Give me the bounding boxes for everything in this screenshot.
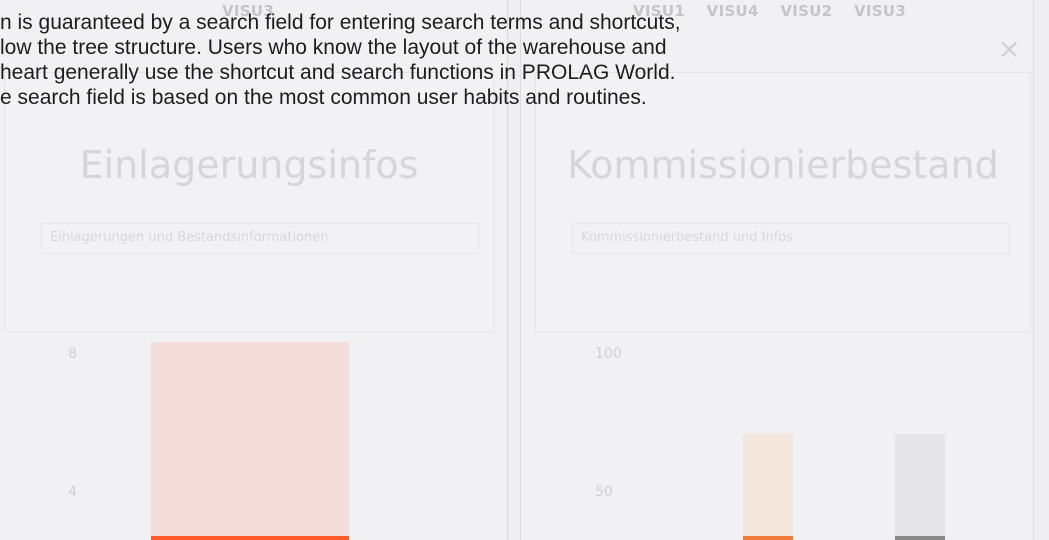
overlay-description: n is guaranteed by a search field for en… <box>0 10 900 110</box>
left-chart-tick-mid: 4 <box>68 484 77 500</box>
right-chart-tick-top: 100 <box>595 346 622 362</box>
left-info-card: Einlagerungsinfos Einlagerungen und Best… <box>4 72 494 332</box>
left-chart-tick-top: 8 <box>68 346 77 362</box>
overlay-line-3: heart generally use the shortcut and sea… <box>0 61 676 84</box>
overlay-line-4: e search field is based on the most comm… <box>0 86 647 109</box>
left-card-description: Einlagerungen und Bestandsinformationen <box>41 223 479 254</box>
close-icon[interactable]: × <box>998 32 1021 65</box>
left-bar-faded <box>151 342 349 536</box>
left-bar-accent <box>151 536 349 540</box>
right-bar-1-faded <box>743 434 793 536</box>
left-card-title: Einlagerungsinfos <box>79 143 419 187</box>
overlay-line-2: low the tree structure. Users who know t… <box>0 36 667 59</box>
overlay-line-1: n is guaranteed by a search field for en… <box>0 11 681 34</box>
right-bar-2-accent <box>895 536 945 540</box>
right-bar-2-faded <box>895 434 945 536</box>
right-info-card: Kommissionierbestand Kommissionierbestan… <box>535 72 1031 332</box>
right-card-title: Kommissionierbestand <box>567 143 999 187</box>
right-card-description: Kommissionierbestand und Infos <box>572 223 1010 254</box>
right-chart-tick-mid: 50 <box>595 484 613 500</box>
right-bar-1-accent <box>743 536 793 540</box>
